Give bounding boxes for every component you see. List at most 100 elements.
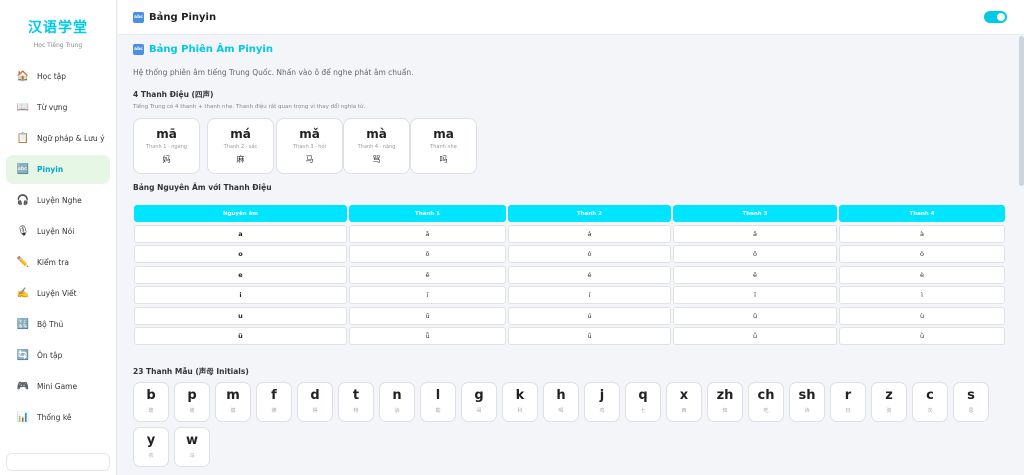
scrollbar[interactable] (1019, 36, 1024, 186)
initial-card[interactable]: b玻 (133, 382, 169, 422)
initial-letter: b (146, 388, 156, 403)
initial-card[interactable]: l勒 (420, 382, 456, 422)
brand: 汉语学堂 Học Tiếng Trung (0, 0, 116, 49)
tone-card[interactable]: mà Thanh 4 · nặng 骂 (343, 118, 410, 174)
column-header: Thanh 4 (839, 205, 1005, 222)
table-row: iīíǐì (134, 286, 1005, 304)
sidebar-bottom-box[interactable] (6, 453, 110, 471)
initial-card[interactable]: sh 诗 (789, 382, 825, 422)
sidebar-item-ki-m-tra[interactable]: ✏️ Kiểm tra (6, 248, 110, 277)
initial-card[interactable]: zh 知 (707, 382, 743, 422)
table-cell[interactable]: ē (349, 265, 506, 284)
initials-heading: 23 Thanh Mẫu (声母 Initials) (133, 367, 249, 376)
table-cell[interactable]: ì (839, 286, 1005, 304)
initial-letter: l (435, 388, 441, 403)
table-cell[interactable]: i (134, 286, 347, 304)
theme-toggle[interactable] (984, 11, 1007, 23)
initial-card[interactable]: k科 (502, 382, 538, 422)
initial-card[interactable]: g哥 (461, 382, 497, 422)
table-cell[interactable]: ó (508, 245, 671, 263)
sidebar-item-b-th-[interactable]: 🔣 Bộ Thủ (6, 310, 110, 339)
table-cell[interactable]: u (134, 306, 347, 325)
initial-hanzi: 知 (722, 408, 728, 414)
sidebar-item--n-t-p[interactable]: 🔄 Ôn tập (6, 341, 110, 370)
table-cell[interactable]: o (134, 245, 347, 263)
tone-card[interactable]: ma Thanh nhẹ 吗 (410, 118, 477, 174)
table-cell[interactable]: ǚ (673, 327, 837, 345)
initial-letter: s (967, 388, 975, 403)
tone-card[interactable]: mǎ Thanh 3 · hỏi 马 (276, 118, 343, 174)
sidebar-item-luy-n-n-i[interactable]: 🎙 Luyện Nói (6, 217, 110, 246)
initial-card[interactable]: z资 (871, 382, 907, 422)
table-cell[interactable]: ě (673, 265, 837, 284)
main-content: abc Bảng Phiên Âm Pinyin Hệ thống phiên … (118, 36, 1018, 475)
initial-card[interactable]: j鸡 (584, 382, 620, 422)
initial-card[interactable]: t特 (338, 382, 374, 422)
table-row: uūúǔù (134, 306, 1005, 325)
sidebar-item-h-c-t-p[interactable]: 🏠 Học tập (6, 62, 110, 91)
table-cell[interactable]: a (134, 224, 347, 243)
table-cell[interactable]: ō (349, 245, 506, 263)
initial-card[interactable]: s思 (953, 382, 989, 422)
initial-card[interactable]: d得 (297, 382, 333, 422)
initial-card[interactable]: m摸 (215, 382, 251, 422)
table-cell[interactable]: è (839, 265, 1005, 284)
table-cell[interactable]: à (839, 224, 1005, 243)
tone-card[interactable]: mā Thanh 1 · ngang 妈 (133, 118, 200, 174)
table-cell[interactable]: ù (839, 306, 1005, 325)
vowel-table: Nguyên âm Thanh 1 Thanh 2 Thanh 3 Thanh 4 aāá… (134, 205, 1005, 348)
tone-name: Thanh nhẹ (430, 144, 457, 150)
initial-hanzi: 日 (845, 408, 851, 414)
initial-card[interactable]: h喝 (543, 382, 579, 422)
initial-card[interactable]: p坡 (174, 382, 210, 422)
table-cell[interactable]: ǜ (839, 327, 1005, 345)
abc-icon: abc (133, 44, 144, 55)
initial-letter: g (474, 388, 484, 403)
sidebar-item-th-ng-k-[interactable]: 📊 Thống kê (6, 403, 110, 432)
sidebar-item-t-v-ng[interactable]: 📖 Từ vựng (6, 93, 110, 122)
sidebar-item-label: Pinyin (37, 165, 64, 174)
sidebar-item-ng-ph-p-l-u-[interactable]: 📋 Ngữ pháp & Lưu ý (6, 124, 110, 153)
initial-card[interactable]: c次 (912, 382, 948, 422)
table-cell[interactable]: é (508, 265, 671, 284)
initial-card[interactable]: f佛 (256, 382, 292, 422)
abc-icon: abc (133, 11, 144, 23)
initial-card[interactable]: n讷 (379, 382, 415, 422)
table-cell[interactable]: ǒ (673, 245, 837, 263)
table-cell[interactable]: ī (349, 286, 506, 304)
tone-card[interactable]: má Thanh 2 · sắc 麻 (207, 118, 274, 174)
sidebar-item-pinyin[interactable]: 🔤 Pinyin (6, 155, 110, 184)
sidebar-item-label: Mini Game (37, 382, 78, 391)
table-cell[interactable]: ū (349, 306, 506, 325)
table-cell[interactable]: ǘ (508, 327, 671, 345)
table-cell[interactable]: ǖ (349, 327, 506, 345)
table-cell[interactable]: ü (134, 327, 347, 345)
initial-card[interactable]: ch 吃 (748, 382, 784, 422)
house-icon: 🏠 (16, 71, 30, 82)
table-row: üǖǘǚǜ (134, 327, 1005, 345)
table-cell[interactable]: ò (839, 245, 1005, 263)
initial-card[interactable]: x西 (666, 382, 702, 422)
initial-card[interactable]: w乌 (174, 427, 210, 467)
table-cell[interactable]: ā (349, 224, 506, 243)
initial-letter: k (515, 388, 525, 403)
table-cell[interactable]: í (508, 286, 671, 304)
table-cell[interactable]: ǐ (673, 286, 837, 304)
initial-letter: z (885, 388, 893, 403)
sidebar-item-luy-n-nghe[interactable]: 🎧 Luyện Nghe (6, 186, 110, 215)
sidebar-item-luy-n-vi-t[interactable]: ✍️ Luyện Viết (6, 279, 110, 308)
section-description: Hệ thống phiên âm tiếng Trung Quốc. Nhấn… (133, 68, 414, 77)
initial-card[interactable]: q七 (625, 382, 661, 422)
table-cell[interactable]: ú (508, 306, 671, 325)
table-cell[interactable]: ǎ (673, 224, 837, 243)
table-cell[interactable]: á (508, 224, 671, 243)
table-cell[interactable]: e (134, 265, 347, 284)
initial-card[interactable]: y衣 (133, 427, 169, 467)
initial-letter: sh (798, 388, 816, 403)
initial-hanzi: 摸 (230, 408, 236, 414)
toggle-knob (997, 13, 1005, 21)
sidebar-item-mini-game[interactable]: 🎮 Mini Game (6, 372, 110, 401)
initial-hanzi: 乌 (189, 453, 195, 459)
table-cell[interactable]: ǔ (673, 306, 837, 325)
initial-card[interactable]: r日 (830, 382, 866, 422)
